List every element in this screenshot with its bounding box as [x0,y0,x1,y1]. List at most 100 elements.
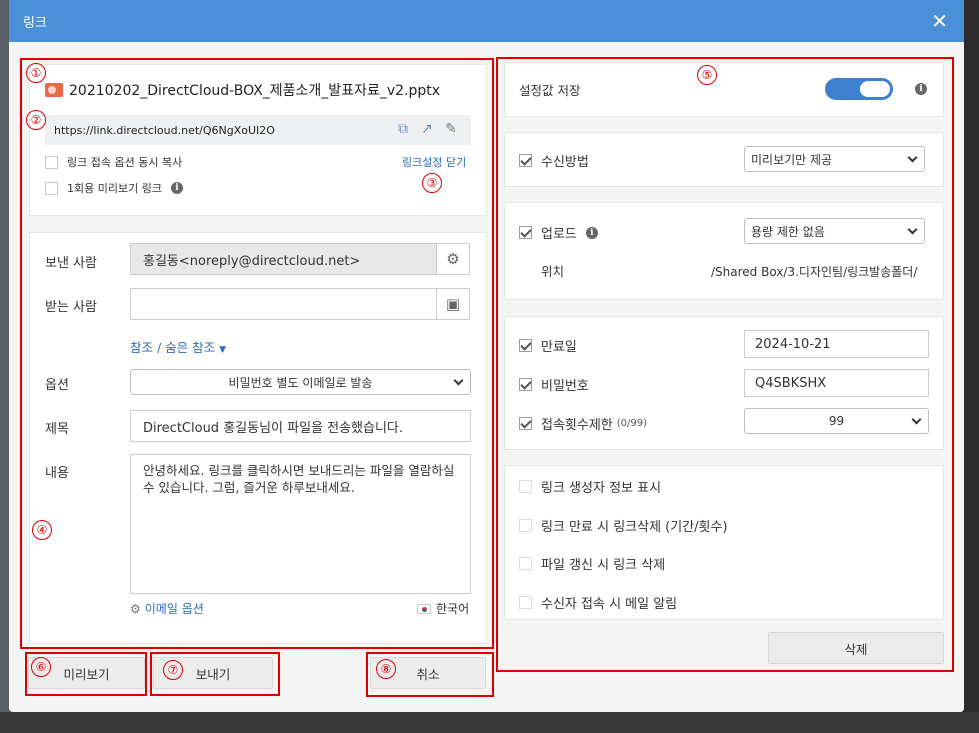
upload-limit-select[interactable]: 용량 제한 없음 [744,218,925,244]
close-link-settings-link[interactable]: 링크설정 닫기 [402,154,466,170]
info-icon[interactable]: i [585,226,598,239]
notify-on-access-row: 수신자 접속 시 메일 알림 [519,593,677,612]
show-creator-row: 링크 생성자 정보 표시 [519,477,661,496]
content-label: 내용 [45,466,69,481]
file-name: 20210202_DirectCloud-BOX_제품소개_발표자료_v2.pp… [45,80,440,100]
password-row: 비밀번호 [519,375,589,394]
cc-bcc-label: 참조 / 숨은 참조 [130,340,216,355]
location-path: /Shared Box/3.디자인팀/링크발송폴더/ [711,265,918,279]
access-limit-checkbox[interactable] [519,417,532,430]
delete-on-expire-label: 링크 만료 시 링크삭제 (기간/횟수) [541,520,728,535]
notify-on-access-label: 수신자 접속 시 메일 알림 [541,597,678,612]
content-textarea[interactable]: 안녕하세요. 링크를 클릭하시면 보내드리는 파일을 열람하실 수 있습니다. … [130,454,471,594]
sender-label: 보낸 사람 [45,256,97,271]
password-label: 비밀번호 [541,379,589,394]
access-limit-select[interactable]: 99 [744,408,929,434]
show-creator-label: 링크 생성자 정보 표시 [541,481,662,496]
copy-with-options-row: 링크 접속 옵션 동시 복사 [45,154,182,170]
expiry-date-input[interactable]: 2024-10-21 [744,330,929,358]
chevron-down-icon [907,224,918,235]
access-limit-row: 접속횟수제한 (0/99) [519,414,647,433]
save-settings-toggle[interactable] [825,78,893,100]
delete-on-update-row: 파일 갱신 시 링크 삭제 [519,554,665,573]
subject-label: 제목 [45,422,69,437]
recipient-label: 받는 사람 [45,300,97,315]
email-options-link[interactable]: ⚙ 이메일 옵션 [130,600,204,617]
location-label: 위치 [541,264,565,279]
expiry-checkbox[interactable] [519,339,532,352]
expiry-label: 만료일 [541,340,577,355]
receive-method-label: 수신방법 [541,155,589,170]
upload-limit-value: 용량 제한 없음 [751,224,825,239]
copy-with-options-label: 링크 접속 옵션 동시 복사 [67,156,183,169]
link-url[interactable]: https://link.directcloud.net/Q6NgXoUI2O [54,124,275,137]
password-checkbox[interactable] [519,378,532,391]
file-name-text: 20210202_DirectCloud-BOX_제품소개_발표자료_v2.pp… [69,83,441,99]
receive-method-select[interactable]: 미리보기만 제공 [744,146,925,172]
info-icon[interactable]: i [170,182,183,194]
show-creator-checkbox[interactable] [519,480,532,493]
email-options-label: 이메일 옵션 [144,602,204,616]
marker-6: ⑥ [31,657,51,677]
info-icon[interactable]: i [915,83,927,95]
delete-on-expire-row: 링크 만료 시 링크삭제 (기간/횟수) [519,516,728,535]
chevron-down-icon [911,414,922,425]
save-settings-label: 설정값 저장 [519,83,581,98]
link-url-bar: https://link.directcloud.net/Q6NgXoUI2O … [45,115,471,145]
marker-1: ① [26,63,46,83]
marker-2: ② [26,110,46,130]
access-limit-value: 99 [828,414,845,428]
recipient-input[interactable] [130,288,437,320]
upload-panel [504,202,944,300]
option-select-value: 비밀번호 별도 이메일로 발송 [228,375,373,390]
copy-icon[interactable]: ⧉ [395,121,411,137]
gear-icon[interactable]: ⚙ [436,243,470,275]
notify-on-access-checkbox[interactable] [519,596,532,609]
dialog-title: 링크 [23,15,47,31]
delete-on-update-label: 파일 갱신 시 링크 삭제 [541,558,666,573]
marker-4: ④ [32,520,52,540]
marker-3: ③ [422,173,442,193]
option-label: 옵션 [45,378,69,393]
toggle-knob [860,81,890,97]
upload-row: 업로드 i [519,223,598,242]
one-time-preview-checkbox[interactable] [45,181,58,195]
open-external-icon[interactable]: ↗ [419,121,435,137]
delete-on-update-checkbox[interactable] [519,557,532,570]
expiry-row: 만료일 [519,336,577,355]
access-limit-count: (0/99) [616,418,648,429]
sender-field: 홍길동<noreply@directcloud.net> [130,243,437,275]
close-icon[interactable]: ✕ [931,9,948,33]
option-select[interactable]: 비밀번호 별도 이메일로 발송 [130,369,471,395]
pptx-file-icon [45,83,63,97]
access-limit-label: 접속횟수제한 [541,418,613,433]
language-label: 한국어 [436,602,470,616]
gear-small-icon: ⚙ [130,601,141,616]
caret-down-icon: ▼ [219,345,227,355]
one-time-preview-label: 1회용 미리보기 링크 [67,182,162,195]
delete-on-expire-checkbox[interactable] [519,519,532,532]
dialog-titlebar: 링크 ✕ [9,0,964,42]
link-dialog: 링크 ✕ 20210202_DirectCloud-BOX_제품소개_발표자료_… [9,0,964,712]
address-book-icon[interactable]: ▣ [436,288,470,320]
copy-with-options-checkbox[interactable] [45,155,58,169]
language-selector[interactable]: 한국어 [417,600,469,617]
edit-pencil-icon[interactable]: ✎ [443,121,459,137]
chevron-down-icon [453,375,464,386]
marker-8: ⑧ [376,659,396,679]
receive-method-checkbox[interactable] [519,154,532,167]
delete-button[interactable]: 삭제 [768,632,944,664]
marker-7: ⑦ [163,660,183,680]
upload-checkbox[interactable] [519,226,532,239]
marker-5: ⑤ [697,65,717,85]
upload-label: 업로드 [541,227,577,242]
subject-input[interactable]: DirectCloud 홍길동님이 파일을 전송했습니다. [130,410,471,442]
receive-method-value: 미리보기만 제공 [751,152,833,167]
one-time-preview-row: 1회용 미리보기 링크 i [45,180,183,196]
chevron-down-icon [907,152,918,163]
password-input[interactable]: Q4SBKSHX [744,369,929,397]
receive-method-row: 수신방법 [519,151,589,170]
cc-bcc-toggle[interactable]: 참조 / 숨은 참조 ▼ [130,337,226,356]
korea-flag-icon [417,603,431,614]
background-app-bottom [0,712,979,733]
